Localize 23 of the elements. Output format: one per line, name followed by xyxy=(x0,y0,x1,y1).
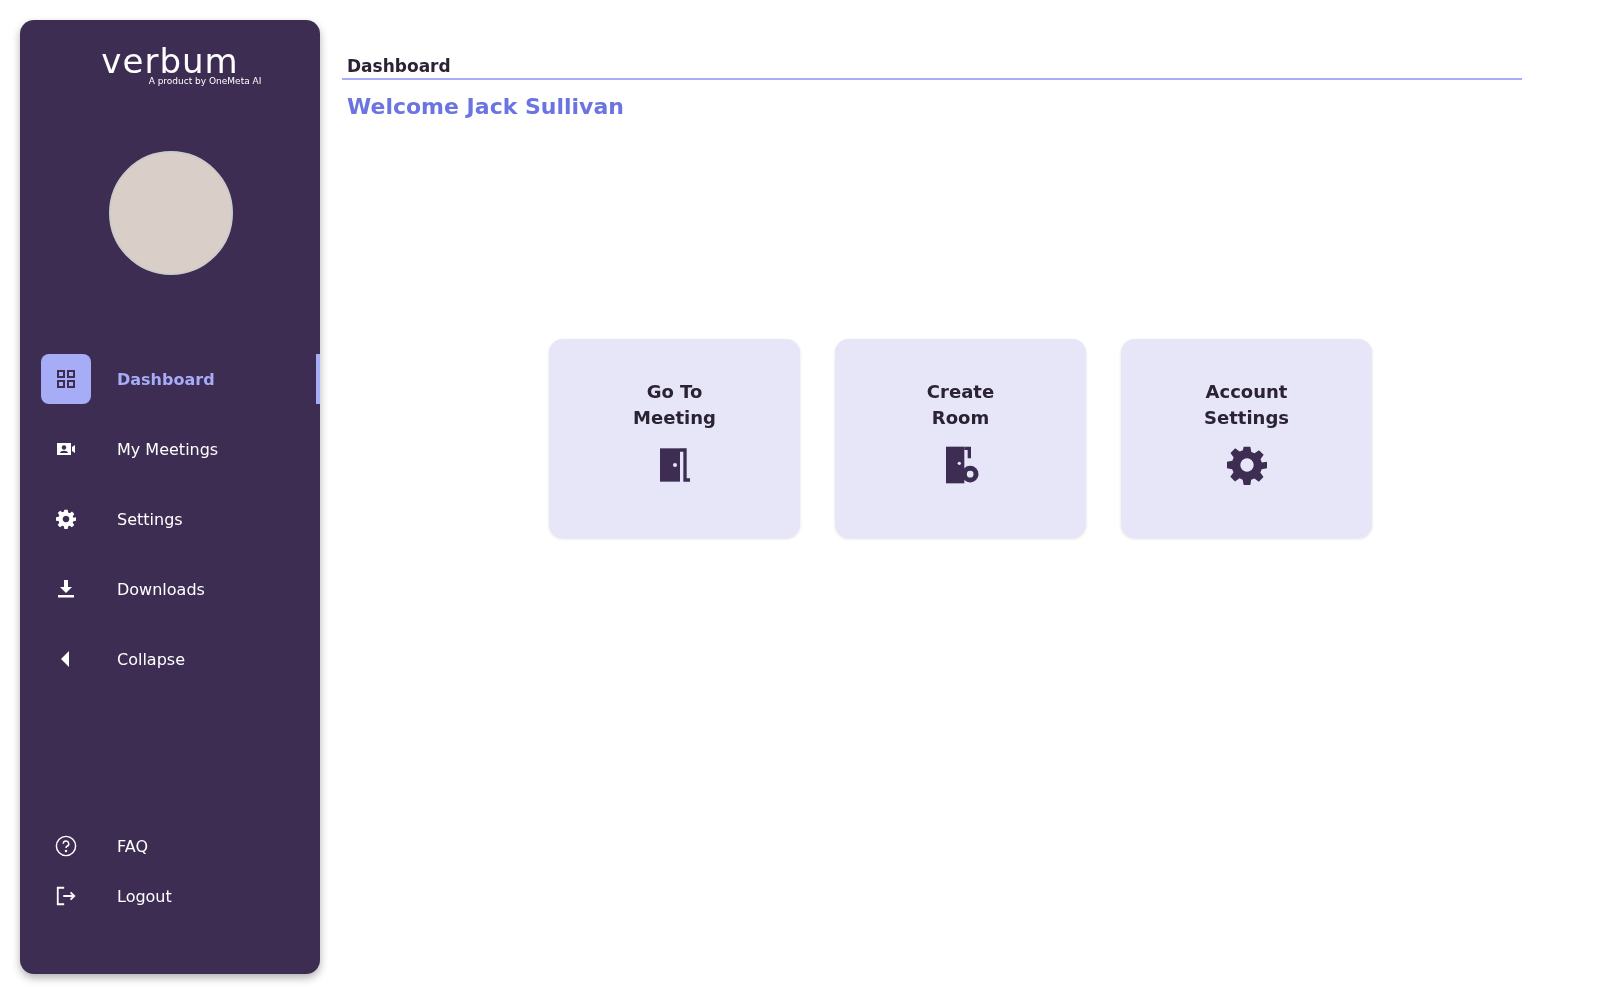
nav-item[interactable]: My Meetings xyxy=(41,424,320,474)
card-title: Account Settings xyxy=(1204,380,1289,430)
nav-item[interactable]: Logout xyxy=(41,884,320,908)
nav-item[interactable]: Settings xyxy=(41,494,320,544)
nav-item[interactable]: Dashboard xyxy=(41,354,320,404)
dashboard-card[interactable]: Create Room xyxy=(835,339,1086,538)
page-title: Dashboard xyxy=(347,56,452,76)
logo-text: verbum xyxy=(101,44,239,78)
card-title: Create Room xyxy=(926,380,995,430)
nav-item[interactable]: Downloads xyxy=(41,564,320,614)
welcome-heading: Welcome Jack Sullivan xyxy=(347,94,625,119)
settings-icon xyxy=(1226,445,1267,485)
download-icon xyxy=(56,579,76,599)
card-title: Go To Meeting xyxy=(633,380,716,430)
settings-icon xyxy=(56,509,76,529)
logo-tagline: A product by OneMeta AI xyxy=(148,76,262,86)
help-icon xyxy=(55,835,77,857)
logout-icon xyxy=(55,885,77,907)
grid-icon xyxy=(56,369,76,389)
nav-item[interactable]: Collapse xyxy=(41,634,320,684)
dashboard-card[interactable]: Account Settings xyxy=(1121,339,1372,538)
nav-item[interactable]: FAQ xyxy=(41,834,320,858)
dashboard-card[interactable]: Go To Meeting xyxy=(549,339,800,538)
